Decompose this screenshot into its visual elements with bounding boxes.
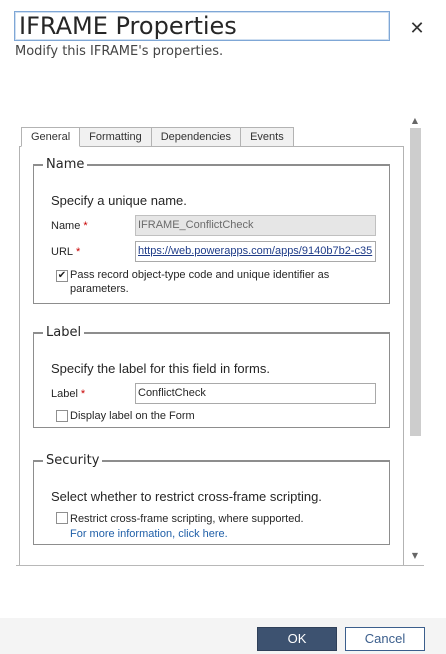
url-input[interactable]: https://web.powerapps.com/apps/9140b7b2-… — [135, 241, 376, 262]
url-field-label: URL * — [51, 246, 80, 258]
label-section-legend: Label — [46, 325, 82, 340]
label-field-label: Label * — [51, 388, 85, 400]
general-tab-panel: Name Specify a unique name. Name * IFRAME… — [19, 146, 404, 565]
tab-dependencies[interactable]: Dependencies — [150, 127, 242, 147]
required-marker: * — [83, 220, 88, 232]
tab-events[interactable]: Events — [240, 127, 294, 147]
scrollbar-thumb[interactable] — [410, 128, 421, 436]
triangle-down-icon[interactable]: ▼ — [410, 551, 420, 561]
name-label-text: Name — [51, 220, 81, 232]
vertical-scrollbar[interactable]: ▲ ▼ — [407, 114, 424, 565]
tab-formatting[interactable]: Formatting — [79, 127, 152, 147]
dialog-footer: OK Cancel — [0, 618, 446, 654]
dialog-title[interactable]: IFRAME Properties — [14, 11, 390, 41]
pass-params-label: Pass record object-type code and unique … — [70, 269, 330, 295]
dialog-subtitle: Modify this IFRAME's properties. — [15, 44, 224, 59]
tab-general[interactable]: General — [21, 127, 81, 147]
label-label-text: Label — [51, 388, 78, 400]
security-section: Security Select whether to restrict cros… — [33, 453, 390, 545]
tab-bar: General Formatting Dependencies Events — [21, 127, 294, 147]
cancel-button[interactable]: Cancel — [345, 627, 425, 651]
required-marker: * — [80, 388, 86, 400]
label-section: Label Specify the label for this field i… — [33, 325, 390, 428]
dialog-content: General Formatting Dependencies Events N… — [16, 114, 424, 566]
ok-button[interactable]: OK — [257, 627, 337, 651]
name-section-legend: Name — [46, 157, 85, 172]
checkmark-icon: ✔ — [57, 270, 67, 281]
name-field-label: Name * — [51, 220, 88, 232]
restrict-scripting-checkbox[interactable] — [56, 512, 68, 524]
security-section-description: Select whether to restrict cross-frame s… — [51, 489, 322, 504]
more-info-link[interactable]: For more information, click here. — [70, 528, 228, 540]
restrict-scripting-label: Restrict cross-frame scripting, where su… — [70, 513, 304, 525]
required-marker: * — [76, 246, 81, 258]
name-input[interactable]: IFRAME_ConflictCheck — [135, 215, 376, 236]
pass-params-checkbox[interactable]: ✔ — [56, 270, 68, 282]
name-section-description: Specify a unique name. — [51, 193, 187, 208]
display-label-checkbox[interactable] — [56, 410, 68, 422]
close-icon[interactable]: ✕ — [407, 19, 427, 39]
url-label-text: URL — [51, 246, 74, 258]
security-section-legend: Security — [46, 453, 100, 468]
label-section-description: Specify the label for this field in form… — [51, 361, 270, 376]
label-input[interactable]: ConflictCheck — [135, 383, 376, 404]
name-section: Name Specify a unique name. Name * IFRAME… — [33, 157, 390, 304]
triangle-up-icon[interactable]: ▲ — [410, 116, 420, 126]
display-label-text: Display label on the Form — [70, 410, 195, 422]
